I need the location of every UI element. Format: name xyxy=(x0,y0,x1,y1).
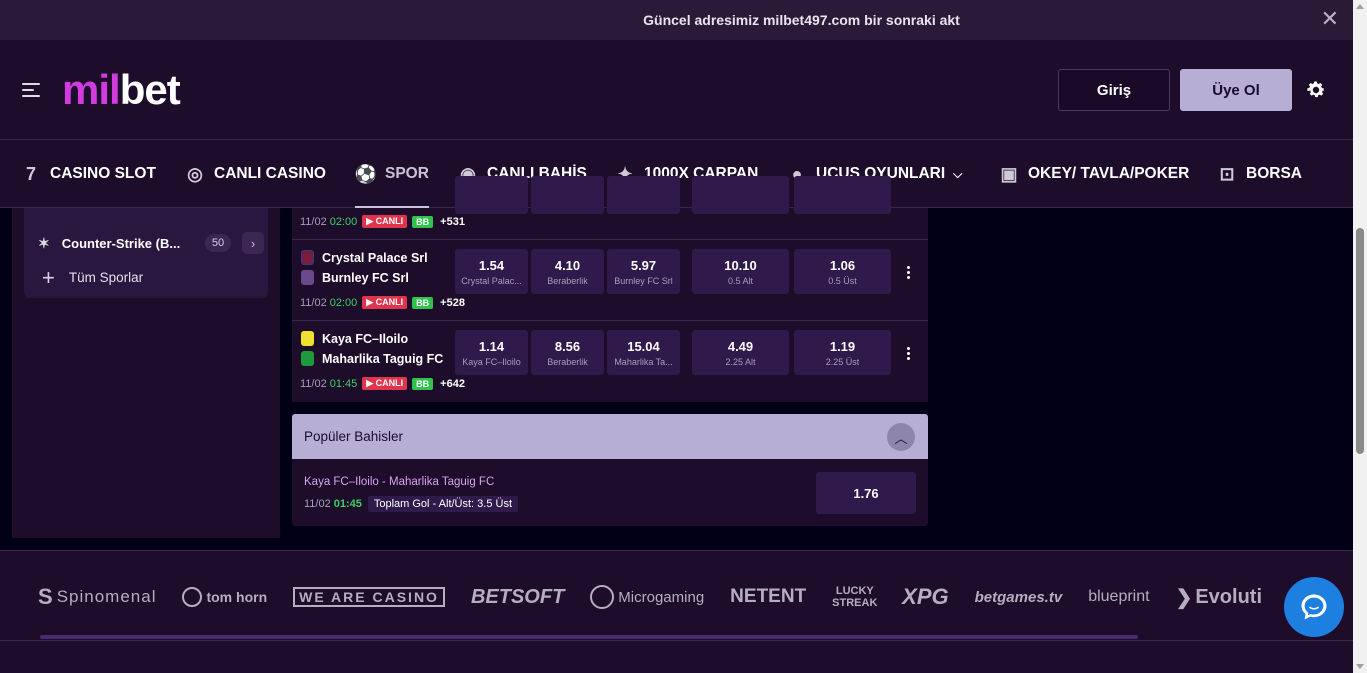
scroll-progress-bar xyxy=(40,635,1138,639)
match-meta: 11/02 02:00 ▶ CANLI BB +528 xyxy=(300,296,465,309)
jersey-icon xyxy=(301,331,314,346)
provider-logo[interactable]: ❯ Evoluti xyxy=(1176,585,1262,610)
match-row[interactable]: Kaya FC–Iloilo Maharlika Taguig FC 11/02… xyxy=(292,321,928,402)
providers-strip: S Spinomenal tom horn WE ARE CASINO BETSO… xyxy=(0,550,1353,673)
more-options-icon[interactable] xyxy=(904,266,912,279)
page-scrollbar[interactable] xyxy=(1353,0,1367,673)
plus-icon: + xyxy=(42,264,55,290)
live-badge: ▶ CANLI xyxy=(362,215,408,228)
nav-spor[interactable]: ⚽ SPOR xyxy=(355,140,429,208)
odd-button[interactable] xyxy=(692,176,789,214)
match-row: 11/02 02:00 ▶ CANLI BB +531 xyxy=(292,176,928,240)
chat-icon xyxy=(1301,594,1327,620)
gear-icon[interactable] xyxy=(1305,79,1327,101)
site-header: milbet Giriş Üye Ol xyxy=(0,40,1353,140)
more-markets-link[interactable]: +531 xyxy=(440,216,465,228)
odd-button[interactable]: 4.49 2.25 Alt xyxy=(692,330,789,375)
odd-button[interactable]: 1.06 0.5 Üst xyxy=(794,249,891,294)
nav-canli-casino[interactable]: ◎ CANLI CASINO xyxy=(184,140,326,208)
popular-bets-header[interactable]: Popüler Bahisler ︿ xyxy=(292,414,928,459)
match-meta: 11/02 02:00 ▶ CANLI BB +531 xyxy=(300,215,465,228)
nav-borsa[interactable]: ⊡ BORSA xyxy=(1216,140,1302,208)
gamepad-icon: ⊡ xyxy=(1219,163,1235,184)
away-team: Maharlika Taguig FC xyxy=(301,351,443,366)
odd-button[interactable]: 1.54 Crystal Palac... xyxy=(455,249,528,294)
provider-logo[interactable]: S Spinomenal xyxy=(38,584,156,610)
chip-icon: ◎ xyxy=(187,163,203,184)
more-markets-link[interactable]: +642 xyxy=(440,378,465,390)
divider xyxy=(0,640,1353,641)
odd-button[interactable] xyxy=(455,176,528,214)
away-team: Burnley FC Srl xyxy=(301,270,409,285)
popular-bet-odd-button[interactable]: 1.76 xyxy=(816,472,916,514)
provider-logo[interactable]: BETSOFT xyxy=(471,586,564,609)
more-markets-link[interactable]: +528 xyxy=(440,297,465,309)
provider-logo[interactable]: betgames.tv xyxy=(975,589,1063,606)
sports-list: ✶ Counter-Strike (B... 50 › + Tüm Sporla… xyxy=(24,208,268,298)
odd-button[interactable]: 1.14 Kaya FC–Iloilo xyxy=(455,330,528,375)
home-team: Kaya FC–Iloilo xyxy=(301,331,408,346)
odd-button[interactable]: 15.04 Maharlika Ta... xyxy=(607,330,680,375)
nav-okey-tavla-poker[interactable]: ▣ OKEY/ TAVLA/POKER xyxy=(998,140,1189,208)
provider-logo[interactable]: blueprint xyxy=(1088,588,1149,606)
chevron-right-icon[interactable]: › xyxy=(242,232,264,254)
odd-button[interactable]: 8.56 Beraberlik xyxy=(531,330,604,375)
slot-icon: 7 xyxy=(25,163,36,184)
close-icon[interactable]: ✕ xyxy=(1321,8,1339,30)
provider-logos: S Spinomenal tom horn WE ARE CASINO BETSO… xyxy=(38,579,1308,615)
odd-button[interactable]: 10.10 0.5 Alt xyxy=(692,249,789,294)
all-sports-link[interactable]: + Tüm Sporlar xyxy=(42,264,143,290)
count-badge: 50 xyxy=(205,234,231,252)
odd-button[interactable] xyxy=(607,176,680,214)
provider-logo[interactable]: XPG xyxy=(902,584,948,610)
popular-bets-title: Popüler Bahisler xyxy=(304,429,404,444)
home-team: Crystal Palace Srl xyxy=(301,250,428,265)
more-options-icon[interactable] xyxy=(904,347,912,360)
sidebar-item-counter-strike[interactable]: ✶ Counter-Strike (B... xyxy=(38,232,180,254)
login-button[interactable]: Giriş xyxy=(1058,69,1170,111)
counter-strike-icon: ✶ xyxy=(38,234,50,251)
nav-casino-slot[interactable]: 7 CASINO SLOT xyxy=(20,140,156,208)
live-badge: ▶ CANLI xyxy=(362,377,408,390)
menu-icon[interactable] xyxy=(22,83,40,97)
provider-logo[interactable]: LUCKY STREAK xyxy=(832,585,877,609)
match-list: 11/02 02:00 ▶ CANLI BB +531 Crystal Palac… xyxy=(292,176,928,402)
popular-bet-meta: 11/02 01:45 Toplam Gol - Alt/Üst: 3.5 Üst xyxy=(304,496,519,512)
football-icon: ⚽ xyxy=(354,163,378,184)
scrollbar-thumb[interactable] xyxy=(1356,228,1364,454)
bb-badge: BB xyxy=(412,296,434,309)
register-button[interactable]: Üye Ol xyxy=(1180,69,1292,111)
provider-logo[interactable]: Microgaming xyxy=(590,585,704,609)
sidebar-item-label: Counter-Strike (B... xyxy=(61,235,181,251)
sports-sidebar: ✶ Counter-Strike (B... 50 › + Tüm Sporla… xyxy=(12,208,280,538)
provider-logo[interactable]: WE ARE CASINO xyxy=(293,587,445,607)
jersey-icon xyxy=(301,250,314,265)
match-row[interactable]: Crystal Palace Srl Burnley FC Srl 11/02 0… xyxy=(292,240,928,321)
chevron-up-icon[interactable]: ︿ xyxy=(887,423,915,451)
jersey-icon xyxy=(301,270,314,285)
announcement-bar: Güncel adresimiz milbet497.com bir sonra… xyxy=(0,0,1353,40)
scroll-down-icon[interactable] xyxy=(1356,664,1364,669)
odd-button[interactable]: 5.97 Burnley FC Srl xyxy=(607,249,680,294)
chevron-down-icon: ⌵ xyxy=(953,166,963,181)
provider-logo[interactable]: NETENT xyxy=(730,586,806,608)
odd-button[interactable] xyxy=(794,176,891,214)
cards-icon: ▣ xyxy=(1000,163,1018,184)
popular-bets-panel: Popüler Bahisler ︿ Kaya FC–Iloilo - Maha… xyxy=(292,414,928,526)
bb-badge: BB xyxy=(412,215,434,228)
match-meta: 11/02 01:45 ▶ CANLI BB +642 xyxy=(300,377,465,390)
odd-button[interactable]: 4.10 Beraberlik xyxy=(531,249,604,294)
chat-button[interactable] xyxy=(1284,577,1344,637)
site-logo[interactable]: milbet xyxy=(62,66,181,114)
provider-logo[interactable]: tom horn xyxy=(182,587,267,607)
jersey-icon xyxy=(301,351,314,366)
market-label: Toplam Gol - Alt/Üst: 3.5 Üst xyxy=(367,496,519,512)
announcement-text: Güncel adresimiz milbet497.com bir sonra… xyxy=(643,12,960,28)
odd-button[interactable] xyxy=(531,176,604,214)
odd-button[interactable]: 1.19 2.25 Üst xyxy=(794,330,891,375)
scroll-up-icon[interactable] xyxy=(1356,4,1364,9)
live-badge: ▶ CANLI xyxy=(362,296,408,309)
popular-bet-match[interactable]: Kaya FC–Iloilo - Maharlika Taguig FC xyxy=(304,476,494,488)
bb-badge: BB xyxy=(412,377,434,390)
